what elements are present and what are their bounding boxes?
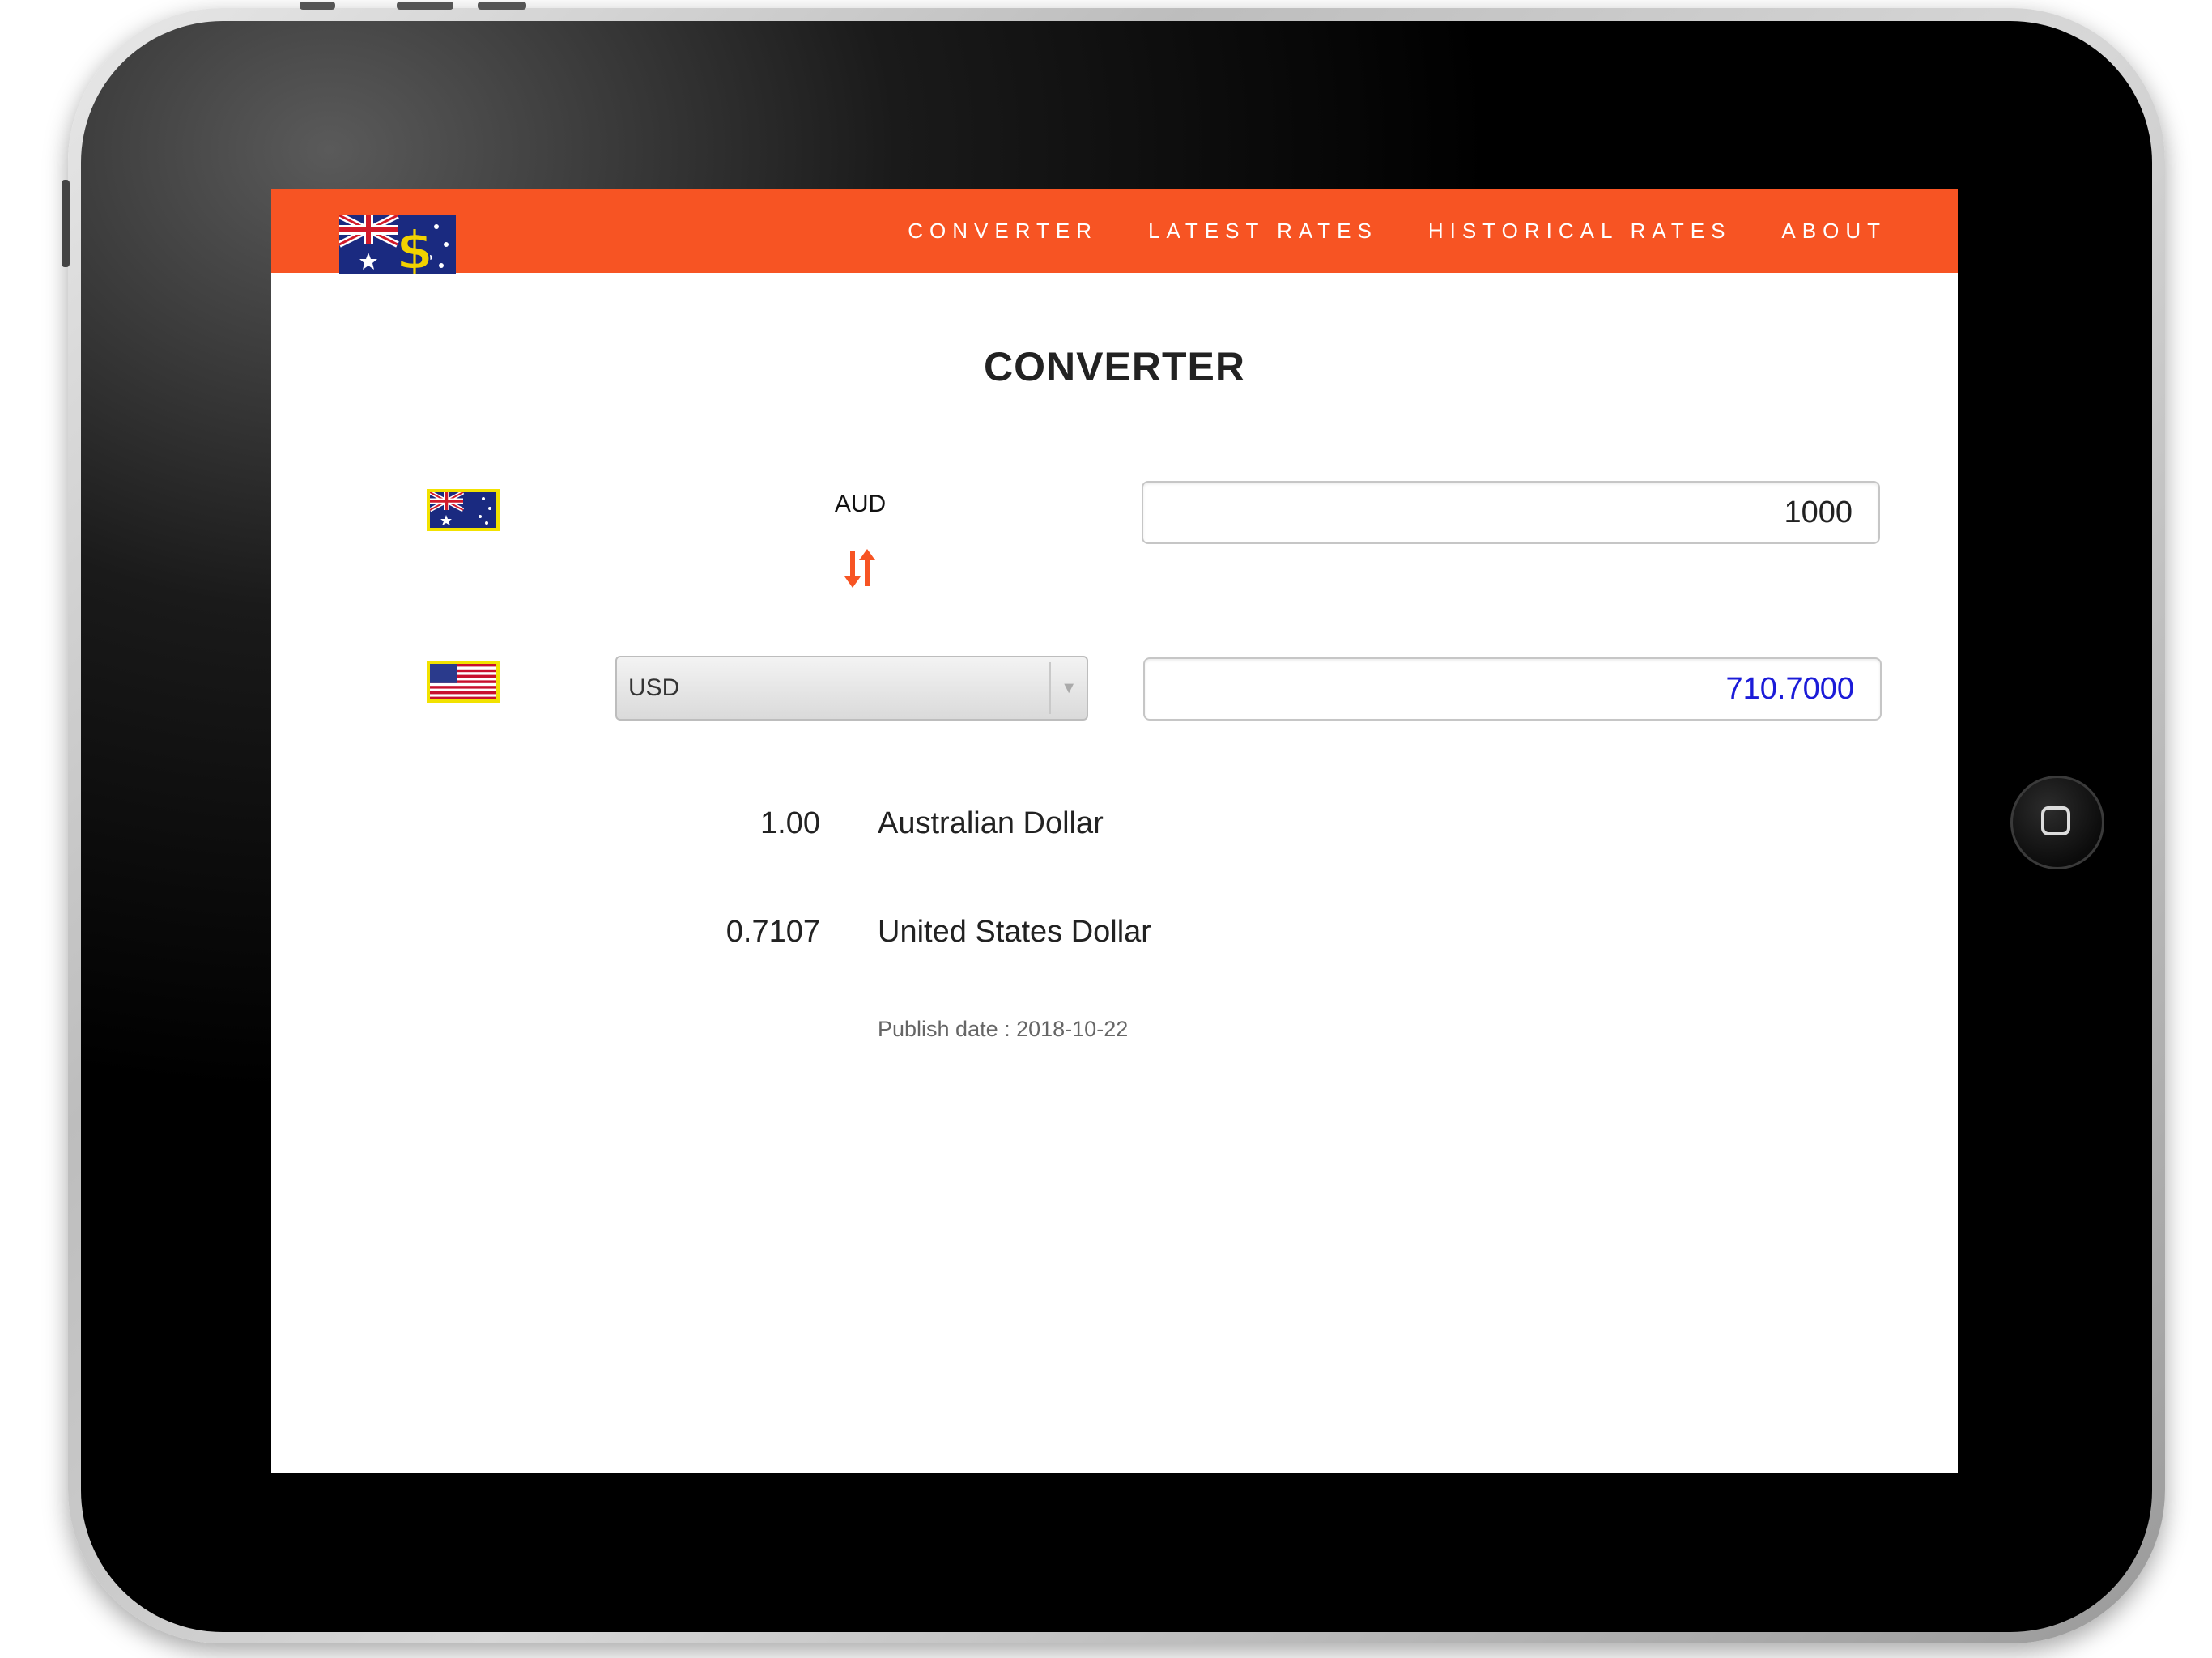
to-amount-output[interactable] [1143,657,1882,721]
us-flag-icon [427,661,500,703]
chevron-down-icon: ▼ [1061,679,1077,697]
home-button[interactable] [2010,776,2104,869]
to-currency-selected: USD [628,674,680,701]
nav-latest-rates[interactable]: LATEST RATES [1148,219,1378,244]
australian-flag-dollar-logo-icon: $ [338,212,456,283]
nav-converter[interactable]: CONVERTER [908,219,1098,244]
device-mockup: $ CONVERTER LATEST RATES HISTORICAL RATE… [0,0,2212,1658]
logo[interactable]: $ [338,212,456,283]
nav-about[interactable]: ABOUT [1781,219,1887,244]
device-side-button [62,180,70,267]
rate-value: 0.7107 [725,915,820,949]
navbar: $ CONVERTER LATEST RATES HISTORICAL RATE… [271,189,1958,283]
select-divider [1049,662,1051,714]
rate-currency-name: Australian Dollar [878,806,1104,840]
device-top-button [478,2,526,10]
swap-arrows-icon[interactable] [838,546,887,591]
rate-row-to: 0.7107 United States Dollar [271,915,1958,963]
australian-flag-icon [427,489,500,531]
nav-links: CONVERTER LATEST RATES HISTORICAL RATES … [908,189,1887,273]
svg-text:$: $ [396,219,433,274]
device-top-button [300,2,335,10]
rate-currency-name: United States Dollar [878,915,1151,949]
rate-row-from: 1.00 Australian Dollar [271,806,1958,855]
from-amount-input[interactable] [1142,481,1880,544]
rate-value: 1.00 [760,806,820,840]
page-title: CONVERTER [984,344,1245,389]
nav-historical-rates[interactable]: HISTORICAL RATES [1428,219,1732,244]
app-screen: $ CONVERTER LATEST RATES HISTORICAL RATE… [271,189,1958,1473]
publish-date: Publish date : 2018-10-22 [878,1017,1129,1041]
from-currency-code: AUD [834,491,887,517]
home-button-icon [2041,806,2070,835]
device-top-button [397,2,453,10]
to-currency-select[interactable]: USD ▼ [615,656,1088,721]
